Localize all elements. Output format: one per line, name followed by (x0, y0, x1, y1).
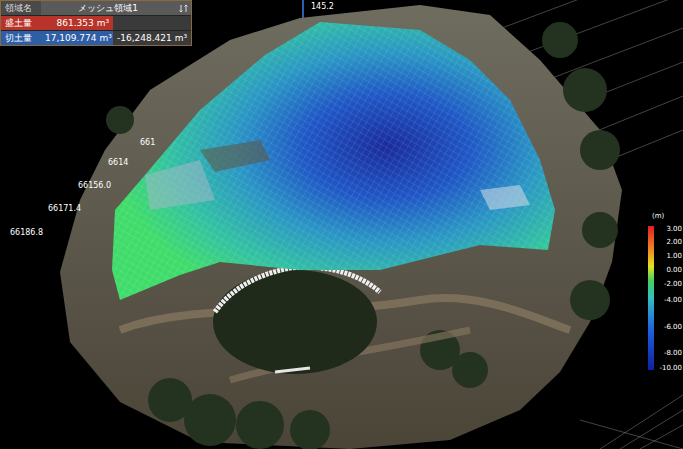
volume-row: 切土量17,109.774 m³-16,248.421 m³ (1, 30, 191, 45)
legend-tick: 3.00 (656, 225, 682, 234)
axis-label: 66186.8 (10, 228, 43, 238)
axis-label: 145.2 (311, 2, 334, 12)
legend-tick: -8.00 (656, 349, 682, 358)
axis-label: 66171.4 (48, 204, 81, 214)
header-value: メッシュ領域1 (41, 1, 175, 15)
row-value: 17,109.774 m³ (41, 31, 113, 45)
axis-label: 6614 (108, 158, 128, 168)
panel-header: 領域名メッシュ領域1 (1, 1, 191, 15)
axis-label: 66156.0 (78, 181, 111, 191)
row-label: 切土量 (1, 31, 41, 45)
row-value: 861.353 m³ (41, 16, 113, 30)
legend-tick: 1.00 (656, 252, 682, 261)
legend-unit: (m) (652, 212, 664, 221)
legend-tick: -2.00 (656, 280, 682, 289)
header-label: 領域名 (1, 1, 41, 15)
legend-tick: 2.00 (656, 238, 682, 247)
point-cloud-scene[interactable] (0, 0, 683, 449)
color-scale (648, 226, 654, 370)
legend-tick: -6.00 (656, 323, 682, 332)
sort-icon[interactable] (175, 1, 191, 15)
volume-row: 盛土量861.353 m³ (1, 15, 191, 30)
net-volume (113, 16, 191, 30)
net-volume: -16,248.421 m³ (113, 31, 191, 45)
legend-tick: 0.00 (656, 266, 682, 275)
volume-panel: 領域名メッシュ領域1盛土量861.353 m³切土量17,109.774 m³-… (0, 0, 192, 46)
viewer-canvas[interactable]: 145.2 661 6614 66156.0 66171.4 66186.8 領域名メッシ… (0, 0, 683, 449)
axis-label: 661 (140, 138, 155, 148)
row-label: 盛土量 (1, 16, 41, 30)
legend-tick: -4.00 (656, 296, 682, 305)
legend-tick: -10.00 (656, 364, 682, 373)
